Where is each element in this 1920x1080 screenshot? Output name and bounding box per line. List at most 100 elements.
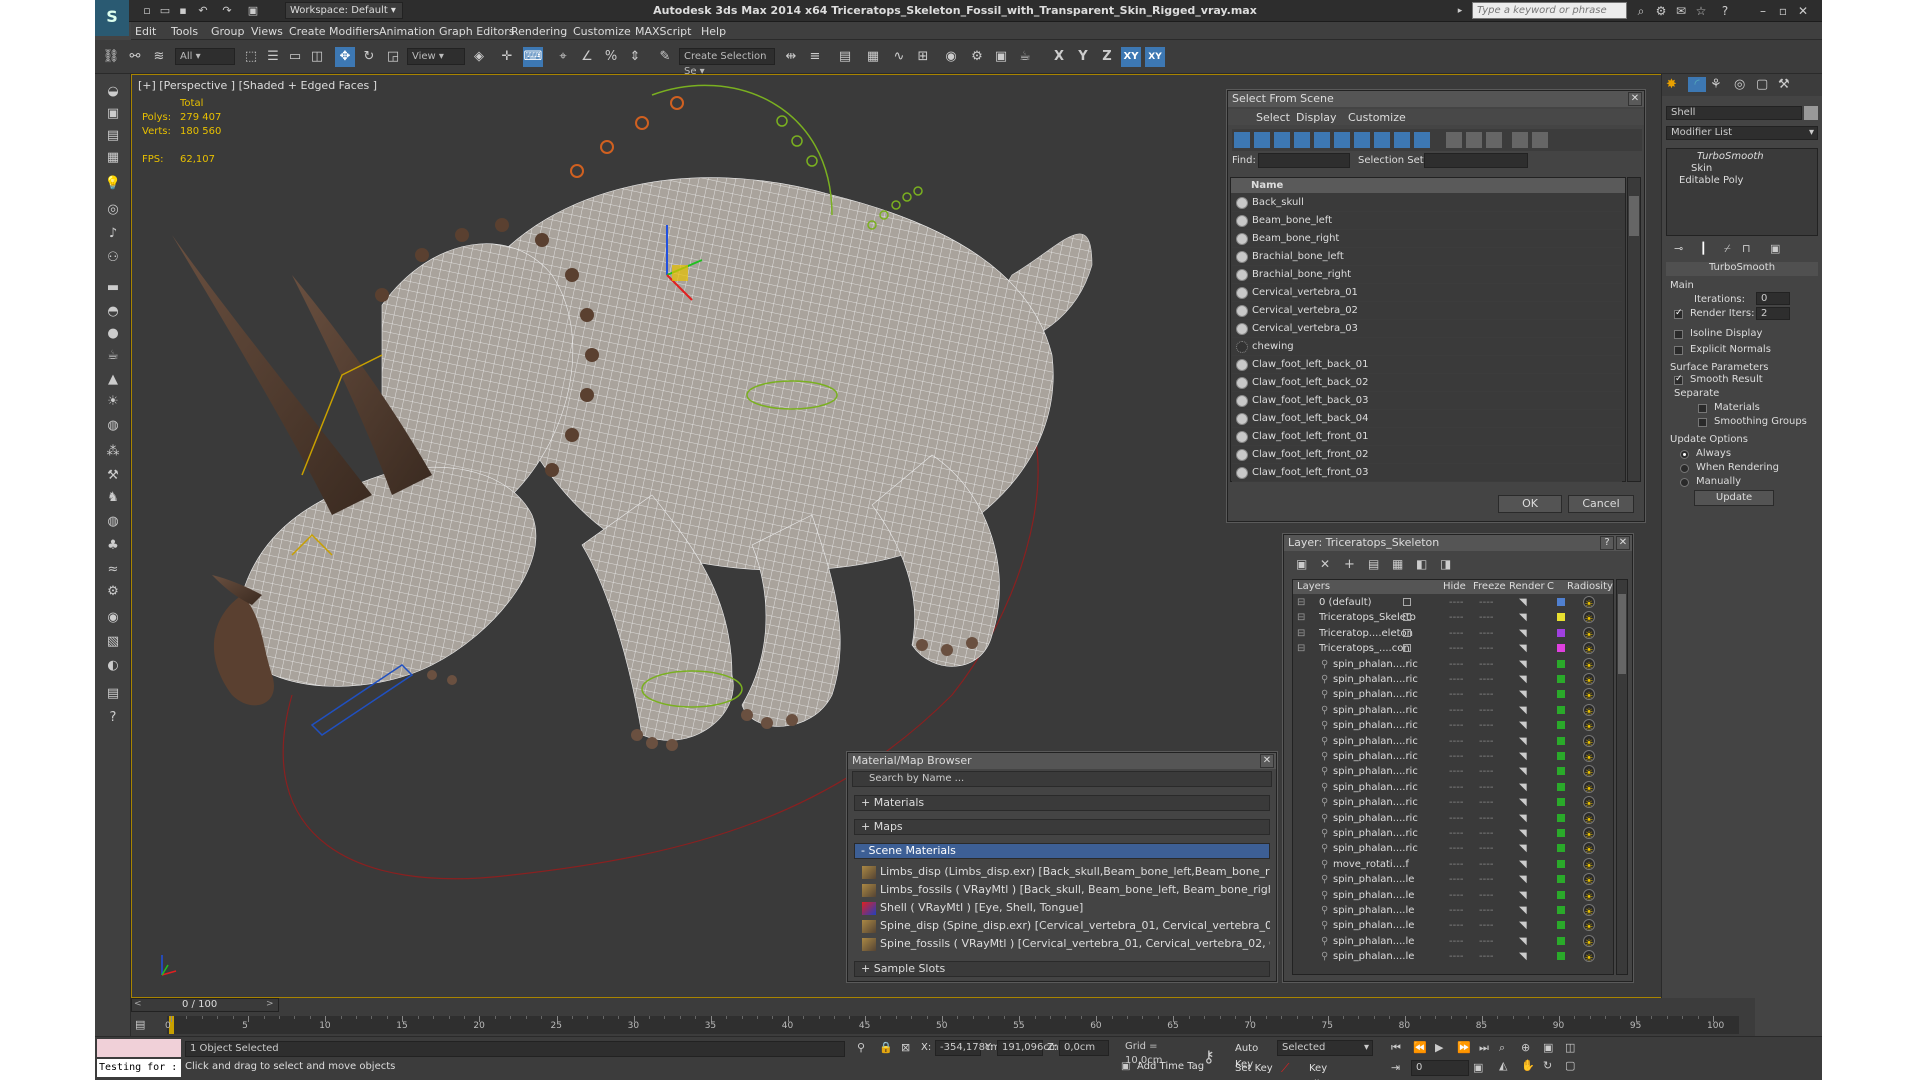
- help-icon[interactable]: ?: [1717, 3, 1733, 19]
- render-toggle-icon[interactable]: ◥: [1519, 795, 1527, 810]
- freeze-toggle[interactable]: ----: [1479, 811, 1493, 826]
- maximize-icon[interactable]: ▫: [1775, 3, 1791, 19]
- radiosity-icon[interactable]: ☀: [1583, 842, 1595, 856]
- layer-color-swatch[interactable]: [1557, 767, 1565, 776]
- align-icon[interactable]: ≡: [805, 47, 825, 67]
- menu-edit[interactable]: Edit: [135, 25, 156, 38]
- hide-toggle[interactable]: ----: [1449, 641, 1463, 656]
- hide-all-icon[interactable]: ◧: [1416, 557, 1427, 571]
- layer-color-swatch[interactable]: [1557, 644, 1565, 653]
- render-toggle-icon[interactable]: ◥: [1519, 687, 1527, 702]
- freeze-toggle[interactable]: ----: [1479, 657, 1493, 672]
- speaker-icon[interactable]: ♪: [102, 224, 124, 244]
- radiosity-icon[interactable]: ☀: [1583, 796, 1595, 810]
- keyword-search-input[interactable]: Type a keyword or phrase: [1472, 2, 1627, 19]
- freeze-toggle[interactable]: ----: [1479, 918, 1493, 933]
- expand-icon[interactable]: ⊟: [1297, 610, 1305, 625]
- play-icon[interactable]: ▶: [1435, 1041, 1443, 1054]
- hide-toggle[interactable]: ----: [1449, 795, 1463, 810]
- teapot-shape-icon[interactable]: ☕: [102, 346, 124, 366]
- radiosity-icon[interactable]: ☀: [1583, 827, 1595, 841]
- active-layer-checkbox[interactable]: [1403, 613, 1411, 622]
- auto-key-button[interactable]: Auto Key: [1235, 1041, 1275, 1070]
- layer-row[interactable]: ⚲ spin_phalan....ric ---- ---- ◥ ☀: [1293, 749, 1613, 764]
- bones-filter-icon[interactable]: [1394, 132, 1410, 148]
- col-freeze[interactable]: Freeze: [1473, 581, 1506, 592]
- render-toggle-icon[interactable]: ◥: [1519, 841, 1527, 856]
- search-expand-icon[interactable]: ▸: [1452, 3, 1468, 19]
- radiosity-icon[interactable]: ☀: [1583, 657, 1595, 672]
- always-radio[interactable]: [1680, 450, 1689, 459]
- layer-color-swatch[interactable]: [1557, 705, 1565, 714]
- stack-item-editable-poly[interactable]: Editable Poly: [1667, 175, 1817, 187]
- hide-toggle[interactable]: ----: [1449, 811, 1463, 826]
- list-item[interactable]: Beam_bone_left: [1232, 212, 1622, 230]
- hide-toggle[interactable]: ----: [1449, 657, 1463, 672]
- absolute-mode-icon[interactable]: ⊠: [901, 1041, 910, 1054]
- menu-views[interactable]: Views: [251, 25, 283, 38]
- object-icon[interactable]: ⚲: [1321, 657, 1328, 672]
- freeze-toggle[interactable]: ----: [1479, 888, 1493, 903]
- material-item[interactable]: Limbs_disp (Limbs_disp.exr) [Back_skull,…: [860, 863, 1270, 881]
- freeze-toggle[interactable]: ----: [1479, 780, 1493, 795]
- image-icon[interactable]: ▣: [102, 104, 124, 124]
- render-toggle-icon[interactable]: ◥: [1519, 657, 1527, 672]
- hide-toggle[interactable]: ----: [1449, 626, 1463, 641]
- pivot-center-icon[interactable]: ◈: [469, 47, 489, 67]
- hide-toggle[interactable]: ----: [1449, 595, 1463, 610]
- render-setup-icon[interactable]: ⚙: [967, 47, 987, 67]
- angle-snap-icon[interactable]: ∠: [577, 47, 597, 67]
- zoom-extents-icon[interactable]: ▣: [1543, 1041, 1553, 1054]
- render-toggle-icon[interactable]: ◥: [1519, 672, 1527, 687]
- spinner-snap-icon[interactable]: ⇕: [625, 47, 645, 67]
- object-icon[interactable]: ⚲: [1321, 857, 1328, 872]
- layer-row[interactable]: ⚲ spin_phalan....ric ---- ---- ◥ ☀: [1293, 780, 1613, 795]
- schematic-view-icon[interactable]: ⊞: [913, 47, 933, 67]
- isolate-icon[interactable]: ⚲: [857, 1041, 865, 1054]
- expand-icon[interactable]: ⊟: [1297, 626, 1305, 641]
- radiosity-icon[interactable]: ☀: [1583, 780, 1595, 795]
- freeze-all-icon[interactable]: ◨: [1440, 557, 1451, 571]
- zoom-all-icon[interactable]: ⊕: [1521, 1041, 1530, 1054]
- object-icon[interactable]: ⚲: [1321, 872, 1328, 887]
- sample-slots-section[interactable]: + Sample Slots: [854, 961, 1270, 977]
- camera-icon[interactable]: ◎: [102, 200, 124, 220]
- layer-color-swatch[interactable]: [1557, 859, 1565, 868]
- render-toggle-icon[interactable]: ◥: [1519, 718, 1527, 733]
- render-icon[interactable]: ◐: [102, 656, 124, 676]
- smooth-result-checkbox[interactable]: [1674, 374, 1683, 385]
- render-toggle-icon[interactable]: ◥: [1519, 764, 1527, 779]
- expand-icon[interactable]: ⊟: [1297, 595, 1305, 610]
- axis-x-button[interactable]: X: [1049, 47, 1069, 67]
- containers-filter-icon[interactable]: [1414, 132, 1430, 148]
- hair-icon[interactable]: ≈: [102, 560, 124, 580]
- isoline-display-checkbox[interactable]: [1674, 330, 1683, 339]
- render-toggle-icon[interactable]: ◥: [1519, 826, 1527, 841]
- snaps-toggle-icon[interactable]: ⌖: [553, 47, 573, 67]
- binoculars-icon[interactable]: ⌕: [1633, 3, 1649, 19]
- list-item[interactable]: Beam_bone_right: [1232, 230, 1622, 248]
- scene-materials-section[interactable]: - Scene Materials: [854, 843, 1270, 859]
- list-item[interactable]: Cervical_vertebra_01: [1232, 284, 1622, 302]
- layer-row[interactable]: ⚲ spin_phalan....le ---- ---- ◥ ☀: [1293, 918, 1613, 933]
- material-item[interactable]: Spine_disp (Spine_disp.exr) [Cervical_ve…: [860, 917, 1270, 935]
- bones-icon[interactable]: ⚒: [102, 466, 124, 486]
- current-frame-field[interactable]: 0: [1411, 1060, 1469, 1076]
- next-frame-icon[interactable]: ⏩: [1457, 1041, 1471, 1054]
- freeze-toggle[interactable]: ----: [1479, 626, 1493, 641]
- hide-toggle[interactable]: ----: [1449, 703, 1463, 718]
- close-icon[interactable]: ✕: [1795, 3, 1811, 19]
- freeze-toggle[interactable]: ----: [1479, 672, 1493, 687]
- update-button[interactable]: Update: [1694, 490, 1774, 506]
- sun-icon[interactable]: ☀: [102, 392, 124, 412]
- object-icon[interactable]: ⚲: [1321, 672, 1328, 687]
- remove-modifier-icon[interactable]: ⊓: [1742, 242, 1751, 255]
- spacewarps-filter-icon[interactable]: [1334, 132, 1350, 148]
- hide-toggle[interactable]: ----: [1449, 749, 1463, 764]
- lights-filter-icon[interactable]: [1274, 132, 1290, 148]
- shapes-filter-icon[interactable]: [1254, 132, 1270, 148]
- freeze-toggle[interactable]: ----: [1479, 795, 1493, 810]
- time-slider-next-icon[interactable]: >: [266, 999, 274, 1009]
- cancel-button[interactable]: Cancel: [1568, 495, 1634, 513]
- name-column-header[interactable]: Name: [1231, 178, 1625, 193]
